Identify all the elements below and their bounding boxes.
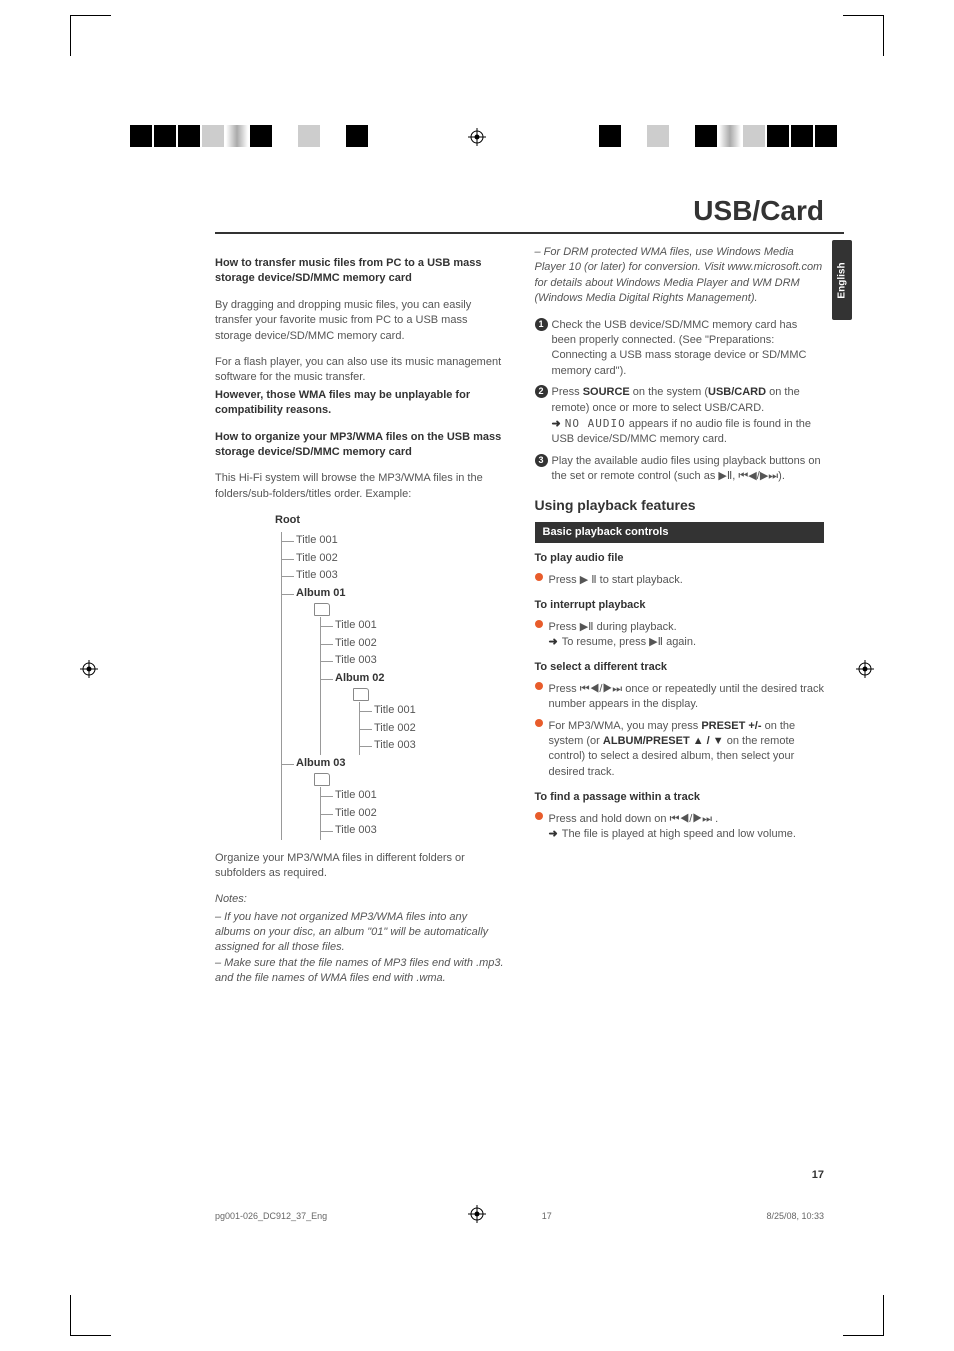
bullet-icon bbox=[535, 682, 543, 690]
section-heading: Using playback features bbox=[535, 496, 825, 516]
bullet-text: For MP3/WMA, you may press PRESET +/- on… bbox=[549, 719, 825, 781]
page-number: 17 bbox=[812, 1169, 824, 1181]
paragraph: This Hi-Fi system will browse the MP3/WM… bbox=[215, 471, 505, 502]
folder-icon bbox=[314, 773, 330, 786]
note: – For DRM protected WMA files, use Windo… bbox=[535, 245, 825, 307]
bullet-item: Press ▶ Ⅱ to start playback. bbox=[535, 573, 825, 588]
content-columns: How to transfer music files from PC to a… bbox=[215, 245, 824, 987]
tree-album: Album 01 bbox=[296, 585, 505, 602]
bullet-text: Press ⏮◀/▶⏭ once or repeatedly until the… bbox=[549, 682, 825, 713]
tree-title: Title 001 bbox=[296, 532, 505, 549]
bullet-icon bbox=[535, 719, 543, 727]
registration-mark-icon bbox=[80, 660, 98, 678]
paragraph: Organize your MP3/WMA files in different… bbox=[215, 851, 505, 882]
folder-tree: Root Title 001 Title 002 Title 003 Album… bbox=[275, 513, 505, 839]
step-number-icon: 1 bbox=[535, 318, 548, 331]
step-number-icon: 2 bbox=[535, 385, 548, 398]
color-bar-top-right bbox=[599, 125, 839, 147]
tree-title: Title 003 bbox=[335, 652, 505, 669]
right-column: – For DRM protected WMA files, use Windo… bbox=[535, 245, 825, 987]
heading: To interrupt playback bbox=[535, 598, 825, 613]
notes-heading: Notes: bbox=[215, 892, 505, 907]
tree-title: Title 001 bbox=[335, 787, 505, 804]
bullet-icon bbox=[535, 812, 543, 820]
footer-filename: pg001-026_DC912_37_Eng bbox=[215, 1211, 327, 1221]
page-title: USB/Card bbox=[693, 195, 824, 227]
tree-title: Title 002 bbox=[335, 635, 505, 652]
heading: To find a passage within a track bbox=[535, 790, 825, 805]
color-bar-top-left bbox=[130, 125, 370, 147]
tree-album: Album 03 bbox=[296, 755, 505, 772]
note: – If you have not organized MP3/WMA file… bbox=[215, 910, 505, 956]
title-rule bbox=[215, 232, 844, 234]
tree-title: Title 002 bbox=[335, 805, 505, 822]
footer-timestamp: 8/25/08, 10:33 bbox=[766, 1211, 824, 1221]
crop-mark bbox=[70, 1295, 111, 1336]
tree-title: Title 001 bbox=[335, 617, 505, 634]
paragraph: By dragging and dropping music files, yo… bbox=[215, 298, 505, 344]
tree-title: Title 002 bbox=[374, 720, 505, 737]
crop-mark bbox=[70, 15, 111, 56]
bullet-item: Press and hold down on ⏮◀/▶⏭ . ➜The file… bbox=[535, 812, 825, 843]
registration-mark-icon bbox=[856, 660, 874, 678]
page: USB/Card English How to transfer music f… bbox=[0, 0, 954, 1351]
tree-album: Album 02 bbox=[335, 670, 505, 687]
bullet-text: Press and hold down on ⏮◀/▶⏭ . ➜The file… bbox=[549, 812, 825, 843]
step-text: Check the USB device/SD/MMC memory card … bbox=[552, 318, 825, 380]
note: – Make sure that the file names of MP3 f… bbox=[215, 956, 505, 987]
heading: To play audio file bbox=[535, 551, 825, 566]
bullet-item: For MP3/WMA, you may press PRESET +/- on… bbox=[535, 719, 825, 781]
tree-root: Root bbox=[275, 513, 505, 528]
bullet-item: Press ⏮◀/▶⏭ once or repeatedly until the… bbox=[535, 682, 825, 713]
step-number-icon: 3 bbox=[535, 454, 548, 467]
warning-text: However, those WMA files may be unplayab… bbox=[215, 388, 505, 419]
heading-organize: How to organize your MP3/WMA files on th… bbox=[215, 430, 505, 461]
folder-icon bbox=[353, 688, 369, 701]
bullet-item: Press ▶Ⅱ during playback. ➜To resume, pr… bbox=[535, 620, 825, 651]
tree-title: Title 003 bbox=[335, 822, 505, 839]
bullet-icon bbox=[535, 573, 543, 581]
step-text: Play the available audio files using pla… bbox=[552, 454, 825, 485]
crop-mark bbox=[843, 1295, 884, 1336]
bullet-icon bbox=[535, 620, 543, 628]
folder-icon bbox=[314, 603, 330, 616]
step-3: 3 Play the available audio files using p… bbox=[535, 454, 825, 485]
registration-mark-icon bbox=[468, 128, 486, 146]
step-1: 1 Check the USB device/SD/MMC memory car… bbox=[535, 318, 825, 380]
heading-transfer: How to transfer music files from PC to a… bbox=[215, 256, 505, 287]
bullet-text: Press ▶ Ⅱ to start playback. bbox=[549, 573, 825, 588]
step-text: Press SOURCE on the system (USB/CARD on … bbox=[552, 385, 825, 448]
footer-page: 17 bbox=[542, 1211, 552, 1221]
paragraph: For a flash player, you can also use its… bbox=[215, 355, 505, 386]
footer: pg001-026_DC912_37_Eng 17 8/25/08, 10:33 bbox=[215, 1211, 824, 1221]
tree-title: Title 001 bbox=[374, 702, 505, 719]
tree-title: Title 003 bbox=[374, 737, 505, 754]
language-label: English bbox=[837, 262, 848, 298]
left-column: How to transfer music files from PC to a… bbox=[215, 245, 505, 987]
step-2: 2 Press SOURCE on the system (USB/CARD o… bbox=[535, 385, 825, 448]
language-tab: English bbox=[832, 240, 852, 320]
tree-title: Title 003 bbox=[296, 567, 505, 584]
crop-mark bbox=[843, 15, 884, 56]
heading: To select a different track bbox=[535, 660, 825, 675]
subsection-bar: Basic playback controls bbox=[535, 522, 825, 543]
bullet-text: Press ▶Ⅱ during playback. ➜To resume, pr… bbox=[549, 620, 825, 651]
tree-title: Title 002 bbox=[296, 550, 505, 567]
